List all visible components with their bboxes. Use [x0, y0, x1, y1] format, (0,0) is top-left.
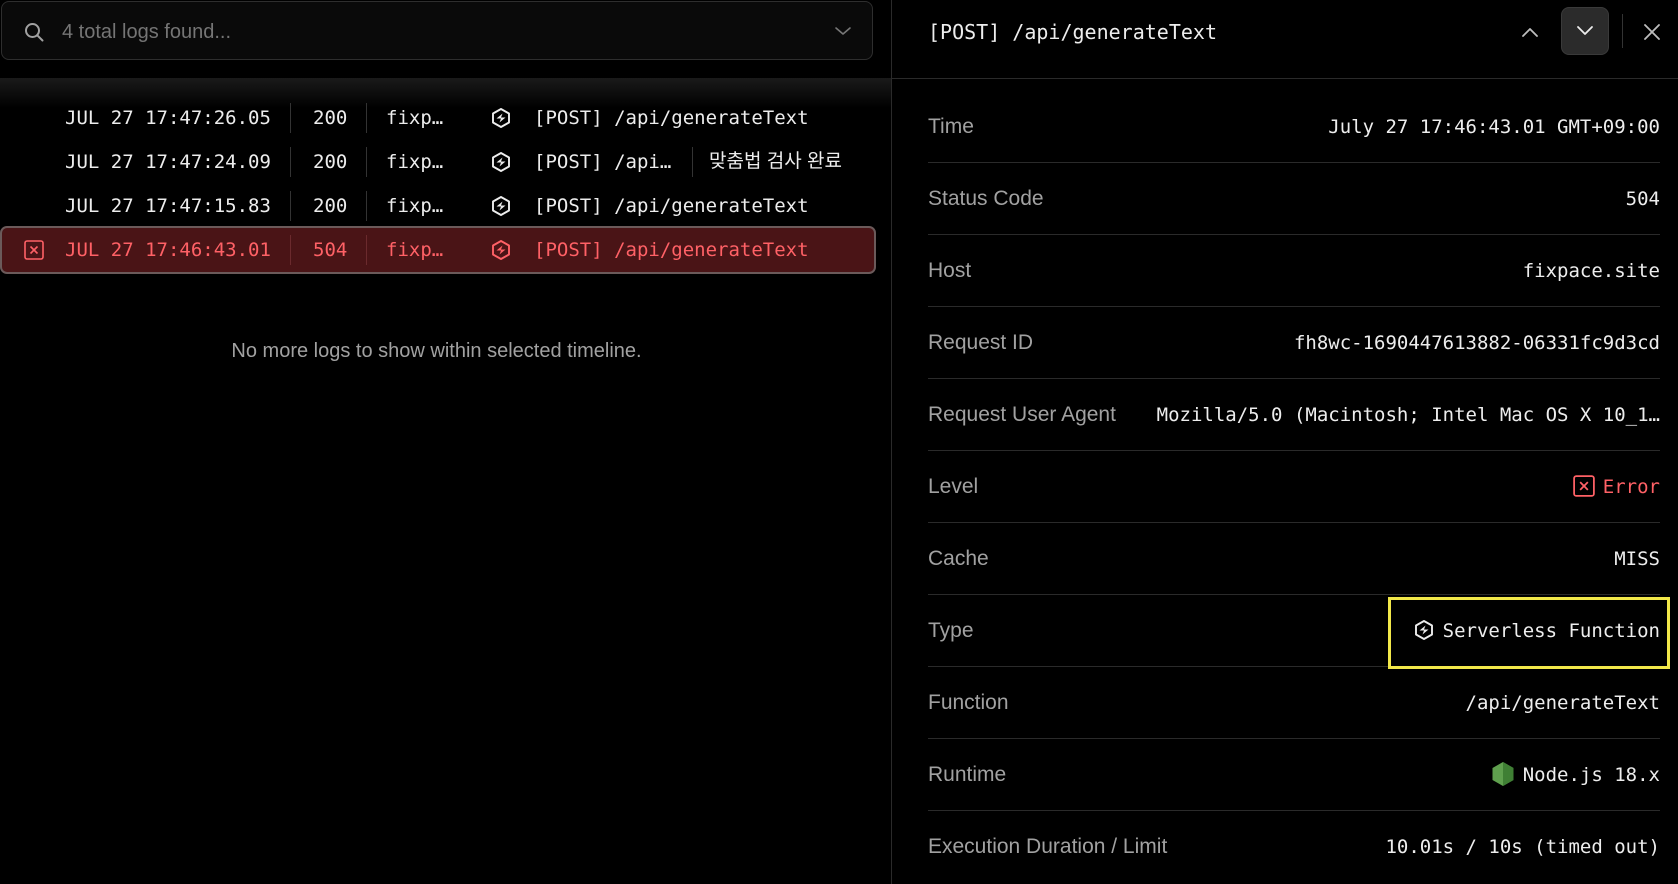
header-divider [1622, 14, 1623, 48]
next-log-button[interactable] [1561, 7, 1609, 55]
property-value: fh8wc-1690447613882-06331fc9d3cd [1293, 332, 1660, 354]
column-divider [366, 147, 367, 177]
property-value: 504 [1625, 188, 1660, 210]
runtime-text: Node.js 18.x [1522, 764, 1660, 786]
log-time: JUL 27 17:46:43.01 [65, 239, 271, 261]
log-status: 200 [313, 195, 348, 217]
chevron-down-icon[interactable] [834, 24, 852, 38]
log-status: 200 [313, 107, 348, 129]
property-value: MISS [1614, 548, 1660, 570]
property-label: Runtime [928, 763, 1007, 786]
chevron-up-icon [1522, 28, 1538, 37]
property-value-runtime: Node.js 18.x [1491, 739, 1660, 811]
column-divider [366, 235, 367, 265]
log-time: JUL 27 17:47:24.09 [65, 151, 271, 173]
log-host: fixp… [386, 239, 444, 261]
property-label: Time [928, 115, 974, 138]
previous-log-button[interactable] [1514, 16, 1546, 48]
property-label: Execution Duration / Limit [928, 835, 1168, 858]
property-time: Time July 27 17:46:43.01 GMT+09:00 [928, 91, 1660, 163]
column-divider [692, 147, 693, 177]
detail-header: [POST] /api/generateText [892, 0, 1678, 79]
log-row[interactable]: JUL 27 17:47:26.05 200 fixp… [POST] /api… [0, 96, 876, 140]
log-row[interactable]: JUL 27 17:47:24.09 200 fixp… [POST] /api… [0, 140, 876, 184]
property-value: 10.01s / 10s (timed out) [1385, 836, 1660, 858]
log-message: 맞춤법 검사 완료 [709, 151, 842, 172]
log-host: fixp… [386, 107, 444, 129]
search-input[interactable] [60, 2, 764, 63]
log-row[interactable]: JUL 27 17:47:15.83 200 fixp… [POST] /api… [0, 184, 876, 228]
log-path: [POST] /api/generateText [534, 195, 809, 217]
column-divider [290, 147, 291, 177]
property-label: Request ID [928, 331, 1034, 354]
property-label: Level [928, 475, 979, 498]
property-value-level: Error [1573, 451, 1660, 523]
property-level: Level Error [928, 451, 1660, 523]
property-label: Function [928, 691, 1009, 714]
property-execution-duration: Execution Duration / Limit 10.01s / 10s … [928, 811, 1660, 883]
log-status: 200 [313, 151, 348, 173]
log-path: [POST] /api/generateText [534, 107, 809, 129]
property-request-id: Request ID fh8wc-1690447613882-06331fc9d… [928, 307, 1660, 379]
log-path: [POST] /api/generateText [534, 239, 809, 261]
property-cache: Cache MISS [928, 523, 1660, 595]
log-time: JUL 27 17:47:26.05 [65, 107, 271, 129]
log-time: JUL 27 17:47:15.83 [65, 195, 271, 217]
property-label: Cache [928, 547, 989, 570]
detail-title: [POST] /api/generateText [928, 20, 1217, 44]
property-host: Host fixpace.site [928, 235, 1660, 307]
property-label: Status Code [928, 187, 1044, 210]
highlight-box [1388, 597, 1670, 669]
serverless-function-icon [492, 196, 510, 216]
error-x-icon [1573, 474, 1595, 497]
column-divider [290, 103, 291, 133]
column-divider [366, 191, 367, 221]
close-icon [1644, 24, 1660, 40]
property-type: Type Serverless Function [928, 595, 1670, 669]
column-divider [290, 235, 291, 265]
empty-timeline-message: No more logs to show within selected tim… [231, 340, 642, 362]
property-label: Type [928, 619, 974, 642]
chevron-down-icon [1577, 26, 1593, 35]
property-value: /api/generateText [1465, 692, 1660, 714]
property-label: Request User Agent [928, 403, 1116, 426]
search-bar[interactable] [1, 1, 873, 63]
property-runtime: Runtime Node.js 18.x [928, 739, 1660, 811]
log-list-pane: JUL 27 17:47:26.05 200 fixp… [POST] /api… [0, 0, 891, 884]
property-user-agent: Request User Agent Mozilla/5.0 (Macintos… [928, 379, 1660, 451]
column-divider [366, 103, 367, 133]
log-status: 504 [313, 239, 348, 261]
nodejs-icon [1492, 761, 1514, 786]
property-value: Mozilla/5.0 (Macintosh; Intel Mac OS X 1… [1156, 404, 1660, 426]
property-value: July 27 17:46:43.01 GMT+09:00 [1328, 116, 1660, 138]
serverless-function-icon [492, 152, 510, 172]
property-value: fixpace.site [1522, 260, 1660, 282]
log-path: [POST] /api… [534, 151, 672, 173]
property-status-code: Status Code 504 [928, 163, 1660, 235]
property-function: Function /api/generateText [928, 667, 1660, 739]
log-detail-pane: [POST] /api/generateText Time July 27 17… [892, 0, 1678, 884]
log-host: fixp… [386, 195, 444, 217]
property-label: Host [928, 259, 972, 282]
error-x-icon [24, 240, 44, 260]
log-host: fixp… [386, 151, 444, 173]
log-row-selected[interactable]: JUL 27 17:46:43.01 504 fixp… [POST] /api… [0, 226, 876, 274]
column-divider [290, 191, 291, 221]
serverless-function-icon [492, 108, 510, 128]
search-icon [25, 23, 44, 42]
level-text: Error [1602, 476, 1660, 498]
serverless-function-icon [492, 240, 510, 260]
close-button[interactable] [1636, 16, 1668, 48]
